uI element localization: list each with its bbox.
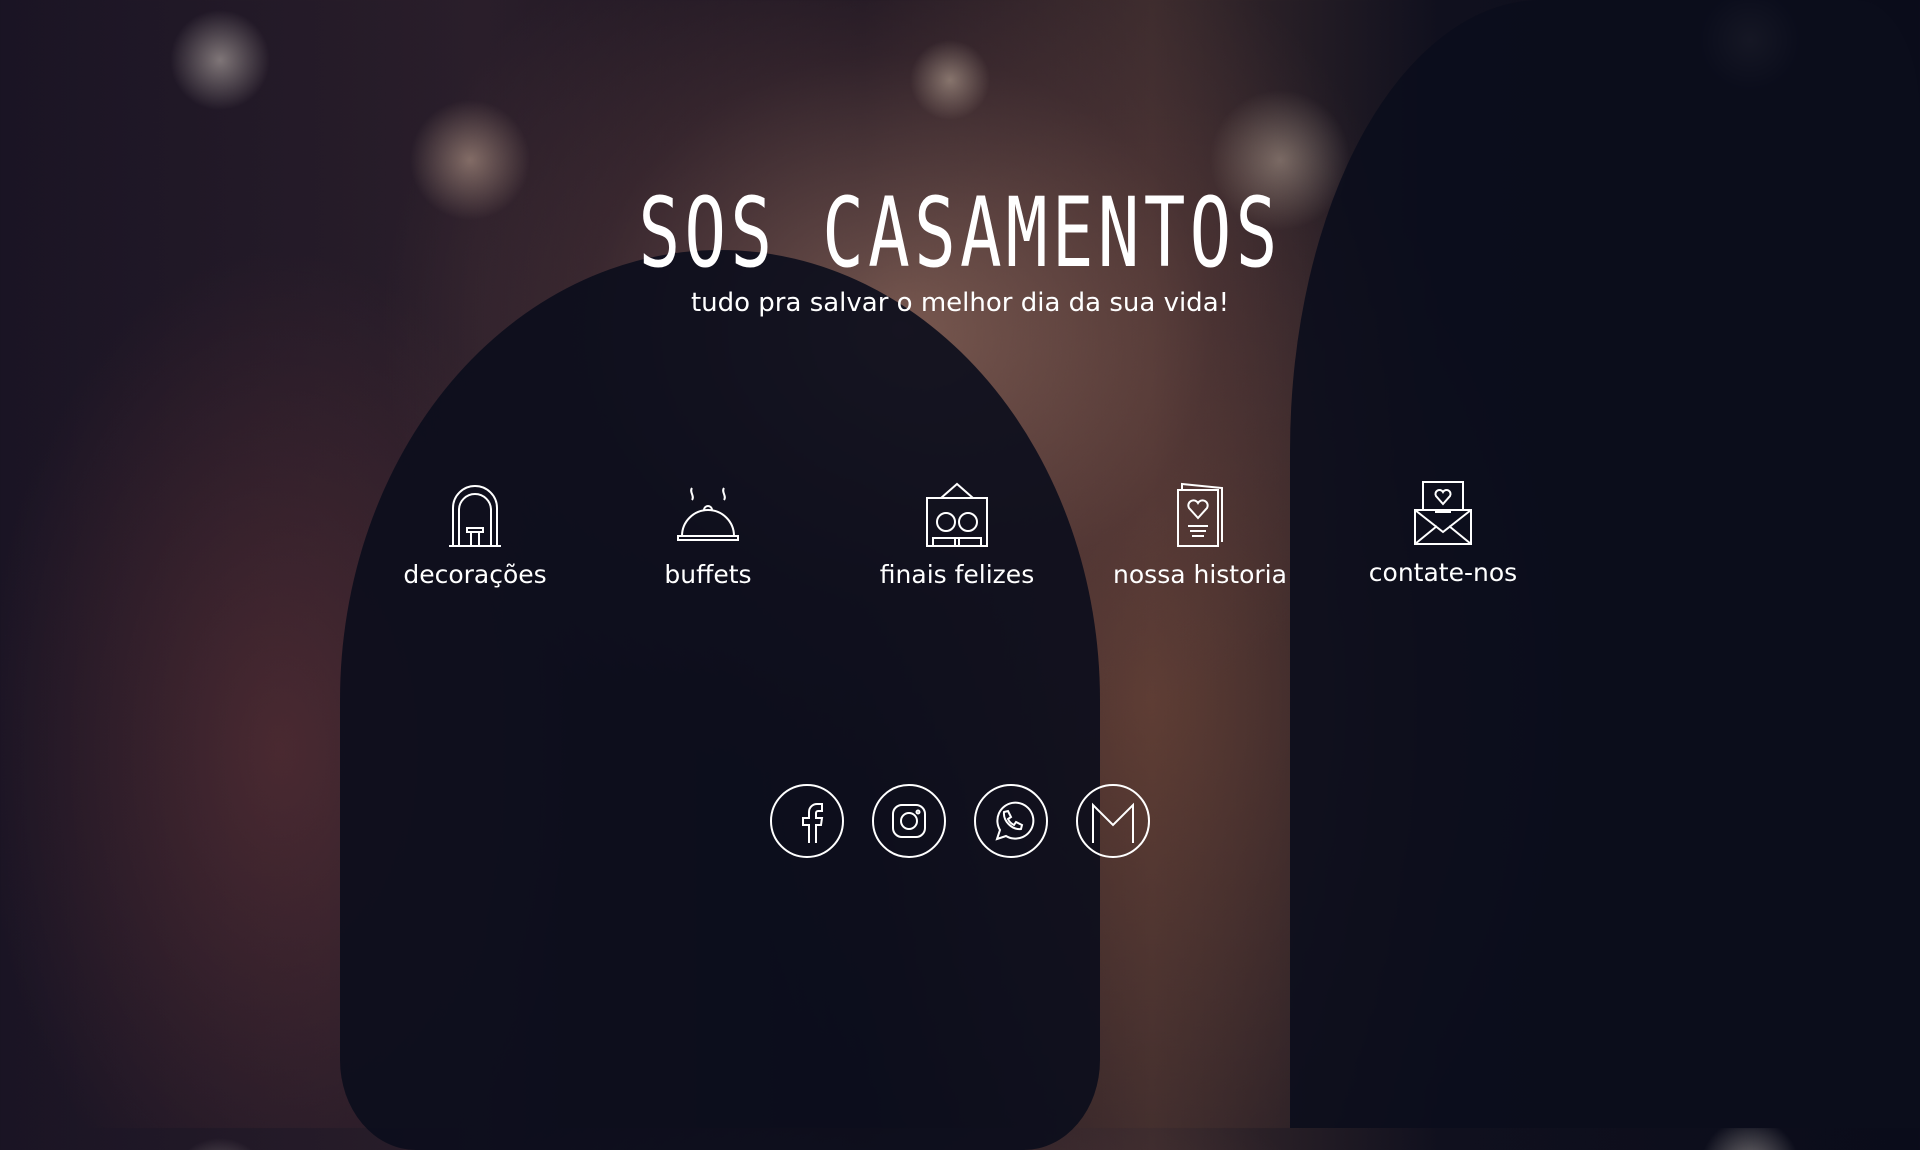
nav-decoracoes[interactable]: decorações [365,480,585,589]
instagram-link[interactable] [872,784,946,858]
whatsapp-icon [995,801,1035,841]
email-link[interactable] [1076,784,1150,858]
nav-buffets[interactable]: buffets [598,480,818,589]
nav-finais-felizes[interactable]: finais felizes [847,480,1067,589]
social-links [770,784,1150,858]
heart-card-icon [1177,482,1223,547]
nav-nossa-historia[interactable]: nossa historia [1090,480,1310,589]
main-nav: decorações buffets finais felizes nossa … [0,480,1920,610]
background-photo-bride [340,250,1100,1150]
instagram-icon [892,804,926,838]
site-subtitle: tudo pra salvar o melhor dia da sua vida… [690,288,1230,318]
couple-portrait-icon [926,482,988,547]
email-icon [1092,802,1134,843]
food-cloche-icon [677,487,739,541]
whatsapp-link[interactable] [974,784,1048,858]
arch-icon [449,485,501,547]
facebook-icon [802,803,824,843]
facebook-link[interactable] [770,784,844,858]
site-title: SOS CASAMENTOS [638,177,1282,289]
nav-contate-nos[interactable]: contate-nos [1333,480,1553,587]
love-letter-icon [1414,481,1472,545]
